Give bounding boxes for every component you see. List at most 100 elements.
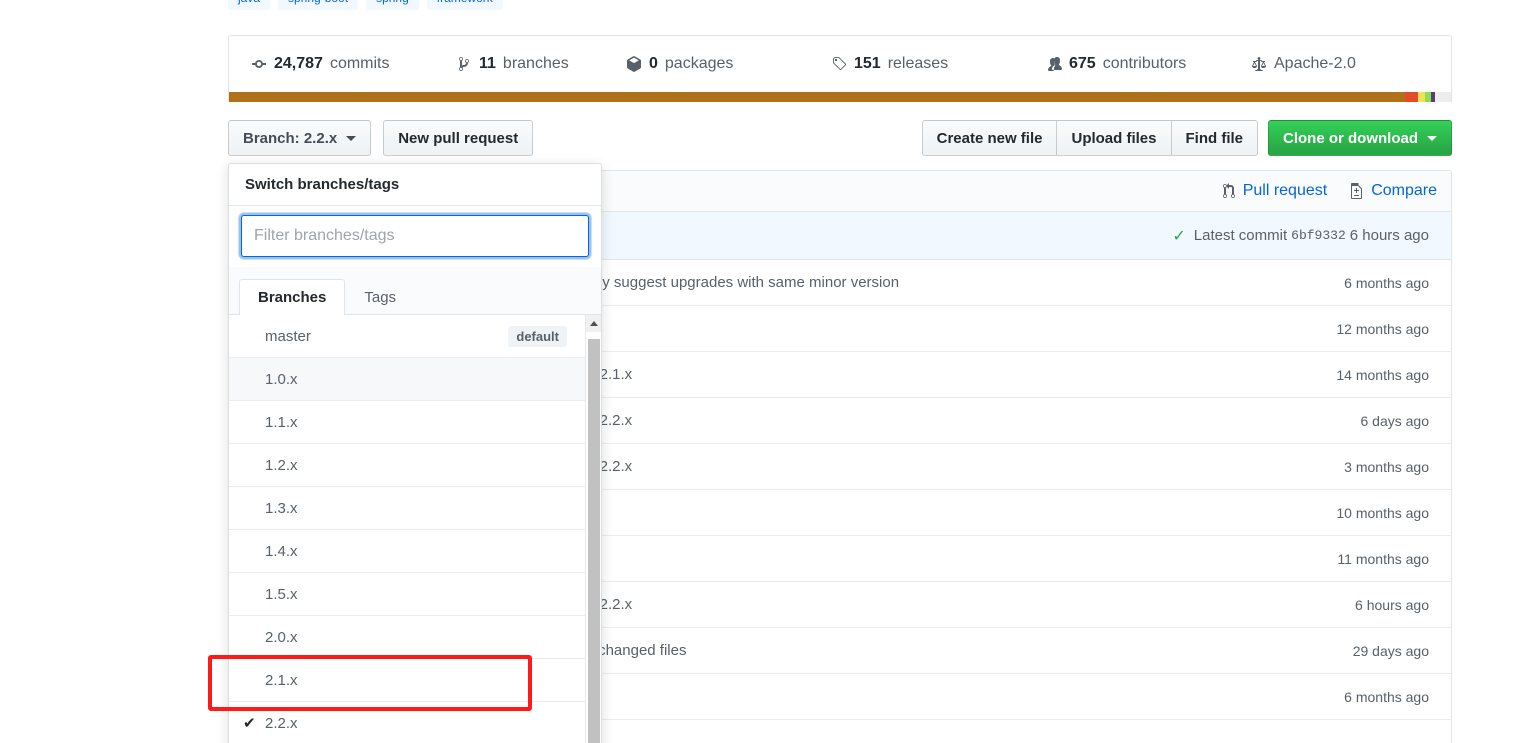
topic-pill[interactable]: spring-boot [278,0,359,10]
git-pull-request-icon [1221,183,1237,199]
tag-icon [831,56,847,72]
compare-label: Compare [1371,182,1437,199]
file-commit-age: 6 days ago [1360,412,1430,429]
topic-pill[interactable]: spring [366,0,419,10]
stat-releases[interactable]: 151 releases [819,55,1034,73]
branch-filter-input[interactable] [239,213,591,259]
stat-license[interactable]: Apache-2.0 [1239,55,1368,73]
language-segment [1418,92,1426,102]
branch-item-label: 2.2.x [265,714,298,732]
dropdown-tabs: Branches Tags [229,267,601,315]
file-diff-icon [1349,183,1365,199]
stat-label: Apache-2.0 [1274,55,1356,72]
stat-packages[interactable]: 0 packages [614,55,819,73]
latest-commit-prefix: Latest commit [1193,227,1288,244]
repo-toolbar: Branch: 2.2.x New pull request Create ne… [228,120,1452,156]
find-file-button[interactable]: Find file [1170,120,1258,156]
language-segment [1404,92,1418,102]
topic-pill[interactable]: framework [426,0,503,10]
branch-item-label: 1.5.x [265,585,298,603]
stat-label: commits [329,55,390,72]
pull-request-link[interactable]: Pull request [1221,182,1328,200]
branch-item[interactable]: 2.1.x [229,659,601,702]
branch-list[interactable]: master default 1.0.x 1.1.x 1.2.x 1.3.x 1.4.x 1.… [229,315,601,743]
stat-label: releases [887,55,949,72]
branch-item-label: 1.2.x [265,456,298,474]
language-segment [1435,92,1451,102]
dropdown-title: Switch branches/tags [245,176,400,193]
stat-value: 675 [1069,55,1096,72]
topic-pill[interactable]: java [228,0,271,10]
file-commit-age: 29 days ago [1352,642,1429,659]
branch-item[interactable]: 1.3.x [229,487,601,530]
clone-button-label: Clone or download [1283,129,1418,147]
file-commit-age: 6 hours ago [1355,596,1429,613]
default-branch-badge: default [508,325,567,347]
check-icon: ✔ [243,715,256,732]
file-commit-age: 11 months ago [1337,550,1429,567]
stat-commits[interactable]: 24,787 commits [239,55,444,73]
latest-commit-age: 6 hours ago [1349,227,1429,244]
compare-link[interactable]: Compare [1349,182,1437,200]
branch-item[interactable]: 1.4.x [229,530,601,573]
branch-icon [456,56,472,72]
file-commit-age: 6 months ago [1344,274,1429,291]
repo-numbers-summary: 24,787 commits 11 branches 0 packages 151 relea… [228,35,1452,92]
scrollbar-thumb[interactable] [588,339,600,743]
stat-value: 24,787 [274,55,323,72]
dropdown-tab-tags[interactable]: Tags [345,279,415,315]
branch-item[interactable]: 1.5.x [229,573,601,616]
branch-item-label: master [265,327,311,345]
file-commit-age: 10 months ago [1336,504,1429,521]
stat-value: 11 [479,55,496,72]
new-pull-request-button[interactable]: New pull request [383,120,534,156]
check-success-icon: ✓ [1172,227,1186,245]
scroll-up-arrow-icon[interactable] [586,315,601,332]
dropdown-header: Switch branches/tags [229,164,601,206]
dropdown-tab-branches[interactable]: Branches [239,279,346,315]
file-commit-age: 14 months ago [1336,366,1429,383]
stat-value: 151 [854,55,881,72]
file-actions-group: Create new file Upload files Find file [921,120,1258,156]
dropdown-filter-wrap [229,206,601,259]
branch-item[interactable]: ✔ 2.2.x [229,702,601,743]
branch-button-label: Branch: 2.2.x [243,129,338,147]
language-segment [229,92,1405,102]
stat-label: packages [664,55,734,72]
commit-sha[interactable]: 6bf9332 [1291,228,1346,243]
file-commit-age: 3 months ago [1344,458,1429,475]
branch-item-label: 1.3.x [265,499,298,517]
stat-label: branches [502,55,569,72]
create-new-file-button[interactable]: Create new file [921,120,1057,156]
stat-contributors[interactable]: 675 contributors [1034,55,1239,73]
pull-request-label: Pull request [1242,182,1328,199]
chevron-down-icon [346,135,357,141]
branch-list-scrollbar[interactable] [585,315,601,743]
upload-files-button[interactable]: Upload files [1056,120,1171,156]
stat-value: 0 [649,55,658,72]
branch-item[interactable]: 1.0.x [229,358,601,401]
branch-item[interactable]: 1.2.x [229,444,601,487]
branch-item-label: 2.0.x [265,628,298,646]
people-icon [1046,56,1062,72]
chevron-down-icon [1427,135,1437,141]
file-commit-age: 12 months ago [1336,320,1429,337]
clone-or-download-button[interactable]: Clone or download [1268,120,1452,156]
branch-dropdown-panel: Switch branches/tags BranchesTags master… [228,163,602,743]
toolbar-right-group: Create new file Upload files Find file C… [921,120,1452,156]
branch-item-label: 2.1.x [265,671,298,689]
branch-item[interactable]: master default [229,315,601,358]
branch-item[interactable]: 2.0.x [229,616,601,659]
commit-icon [251,56,267,72]
branch-select-button[interactable]: Branch: 2.2.x [228,120,372,156]
repo-topics: java spring-boot spring framework [228,0,503,10]
law-icon [1251,56,1267,72]
branch-item[interactable]: 1.1.x [229,401,601,444]
branch-item-label: 1.1.x [265,413,298,431]
stat-label: contributors [1102,55,1187,72]
language-bar [228,92,1452,102]
file-commit-age: 6 months ago [1344,688,1429,705]
stat-branches[interactable]: 11 branches [444,55,614,73]
repo-overview-container: 24,787 commits 11 branches 0 packages 151 relea… [228,35,1452,102]
package-icon [626,56,642,72]
